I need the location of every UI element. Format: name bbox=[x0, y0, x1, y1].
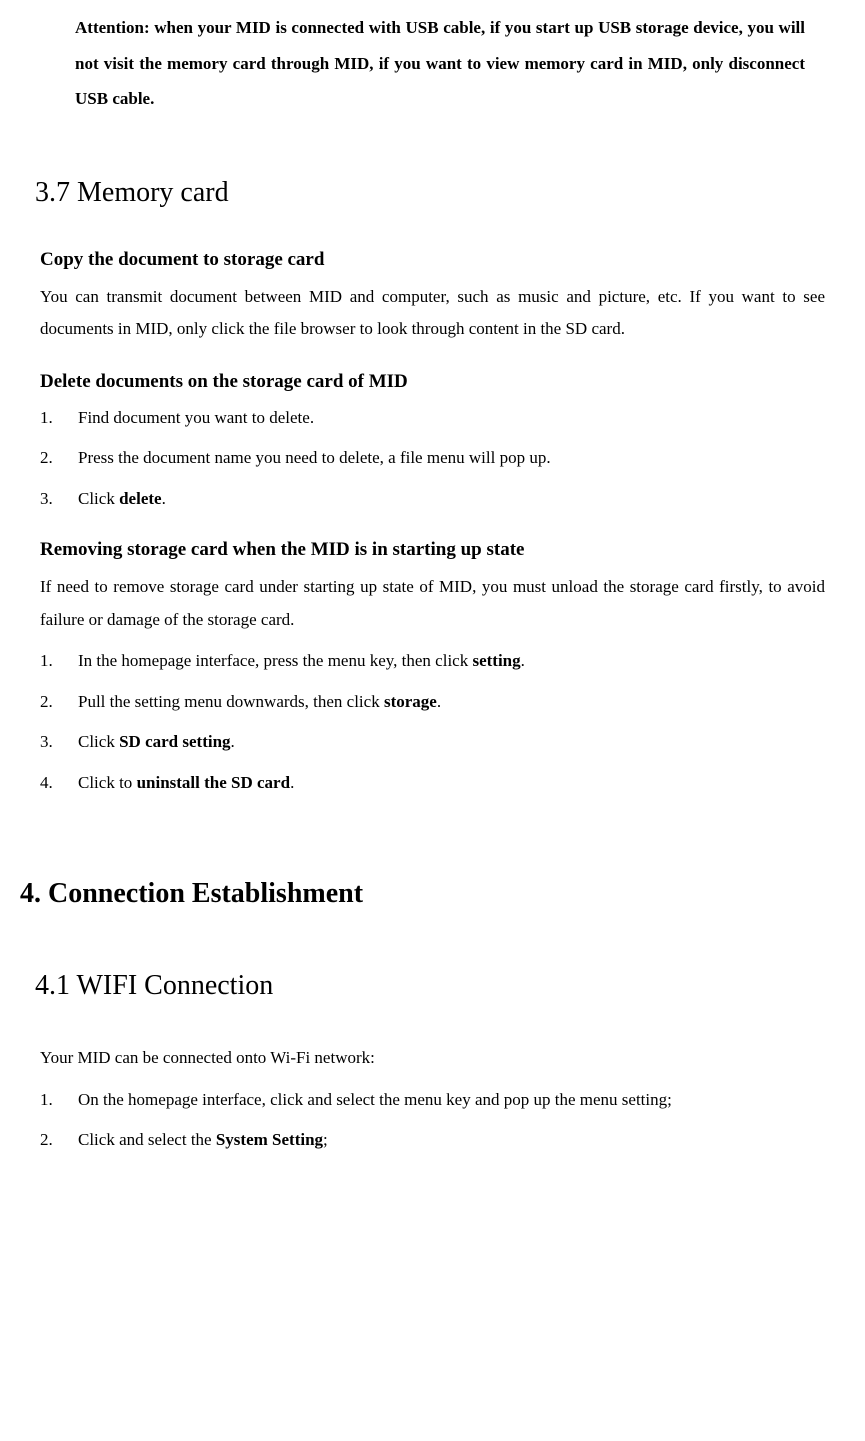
list-number: 1. bbox=[40, 403, 78, 434]
remove-body: If need to remove storage card under sta… bbox=[40, 571, 825, 636]
wifi-intro: Your MID can be connected onto Wi-Fi net… bbox=[40, 1042, 825, 1074]
list-number: 4. bbox=[40, 768, 78, 799]
delete-heading: Delete documents on the storage card of … bbox=[40, 371, 845, 393]
list-item: 2. Pull the setting menu downwards, then… bbox=[40, 687, 825, 718]
section-4-1-heading: 4.1 WIFI Connection bbox=[35, 970, 845, 1002]
list-text: Click SD card setting. bbox=[78, 727, 825, 758]
list-item: 4. Click to uninstall the SD card. bbox=[40, 768, 825, 799]
list-item: 2. Press the document name you need to d… bbox=[40, 443, 825, 474]
list-text: Click delete. bbox=[78, 484, 825, 515]
list-number: 2. bbox=[40, 687, 78, 718]
list-number: 2. bbox=[40, 443, 78, 474]
list-item: 1. On the homepage interface, click and … bbox=[40, 1085, 825, 1116]
list-number: 1. bbox=[40, 1085, 78, 1116]
list-text: On the homepage interface, click and sel… bbox=[78, 1085, 825, 1116]
list-text: Press the document name you need to dele… bbox=[78, 443, 825, 474]
remove-list: 1. In the homepage interface, press the … bbox=[40, 646, 825, 798]
copy-heading: Copy the document to storage card bbox=[40, 249, 845, 271]
chapter-4-heading: 4. Connection Establishment bbox=[20, 878, 845, 910]
delete-list: 1. Find document you want to delete. 2. … bbox=[40, 403, 825, 515]
list-item: 3. Click delete. bbox=[40, 484, 825, 515]
attention-note: Attention: when your MID is connected wi… bbox=[75, 10, 805, 117]
list-number: 3. bbox=[40, 484, 78, 515]
list-item: 1. In the homepage interface, press the … bbox=[40, 646, 825, 677]
section-3-7-heading: 3.7 Memory card bbox=[35, 177, 845, 209]
list-number: 1. bbox=[40, 646, 78, 677]
list-number: 2. bbox=[40, 1125, 78, 1156]
list-text: Click to uninstall the SD card. bbox=[78, 768, 825, 799]
list-text: Find document you want to delete. bbox=[78, 403, 825, 434]
wifi-list: 1. On the homepage interface, click and … bbox=[40, 1085, 825, 1156]
list-item: 2. Click and select the System Setting; bbox=[40, 1125, 825, 1156]
list-text: Click and select the System Setting; bbox=[78, 1125, 825, 1156]
list-item: 3. Click SD card setting. bbox=[40, 727, 825, 758]
list-number: 3. bbox=[40, 727, 78, 758]
remove-heading: Removing storage card when the MID is in… bbox=[40, 539, 845, 561]
copy-body: You can transmit document between MID an… bbox=[40, 281, 825, 346]
list-item: 1. Find document you want to delete. bbox=[40, 403, 825, 434]
list-text: In the homepage interface, press the men… bbox=[78, 646, 825, 677]
list-text: Pull the setting menu downwards, then cl… bbox=[78, 687, 825, 718]
